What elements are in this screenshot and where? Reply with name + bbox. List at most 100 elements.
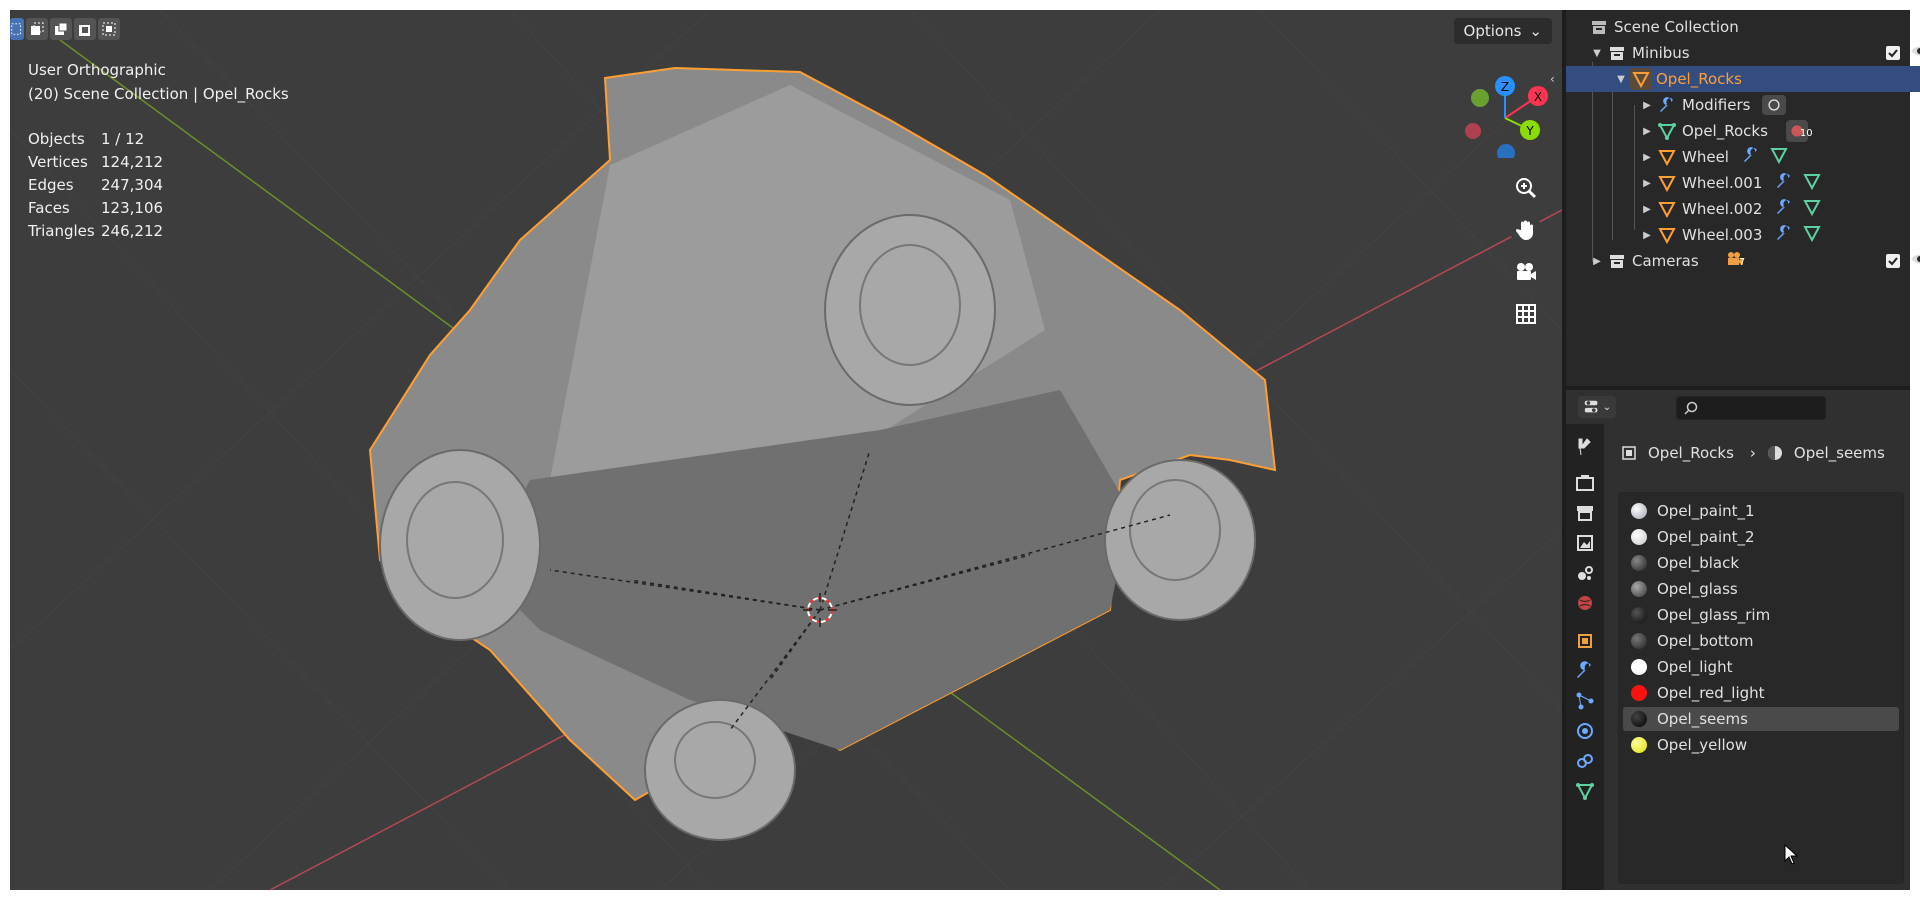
- select-new-mode-button[interactable]: [26, 18, 48, 40]
- outliner-item-wheel-001[interactable]: ▶ Wheel.001: [1566, 170, 1920, 196]
- navigation-gizmo[interactable]: X Y Z: [1450, 68, 1560, 158]
- camera-count-badge: 7: [1738, 257, 1746, 268]
- gizmo-z-label: Z: [1501, 80, 1509, 94]
- outliner-panel: Scene Collection ▼ Minibus ▼ Opel_Rocks …: [1566, 10, 1920, 386]
- properties-search-input[interactable]: [1676, 396, 1826, 420]
- expand-arrow-icon[interactable]: ▼: [1592, 48, 1602, 59]
- expand-arrow-icon[interactable]: ▶: [1642, 230, 1652, 241]
- mesh-object-icon: [1656, 146, 1678, 168]
- material-slot[interactable]: Opel_red_light: [1623, 681, 1899, 705]
- expand-arrow-icon[interactable]: ▶: [1642, 178, 1652, 189]
- scene-collection-icon: [1588, 16, 1610, 38]
- expand-arrow-icon[interactable]: ▼: [1616, 74, 1626, 85]
- expand-arrow-icon[interactable]: ▶: [1642, 100, 1652, 111]
- select-extend-mode-button[interactable]: [50, 18, 72, 40]
- outliner-item-wheel[interactable]: ▶ Wheel: [1566, 144, 1920, 170]
- tab-modifiers[interactable]: [1570, 656, 1600, 686]
- hand-pan-icon[interactable]: [1510, 214, 1542, 246]
- stat-label: Triangles: [28, 222, 95, 240]
- mesh-data-icon: [1802, 197, 1822, 221]
- camera-icon[interactable]: [1510, 256, 1542, 288]
- outliner-item-label: Wheel: [1682, 148, 1729, 166]
- expand-arrow-icon[interactable]: ▶: [1642, 204, 1652, 215]
- material-slot[interactable]: Opel_paint_2: [1623, 525, 1899, 549]
- stat-label: Edges: [28, 176, 74, 194]
- world-icon: [1578, 596, 1592, 610]
- editor-type-dropdown[interactable]: ⌄: [1578, 396, 1616, 418]
- 3d-viewport[interactable]: Options ⌄ User Orthographic (20) Scene C…: [10, 10, 1562, 890]
- properties-panel: ⌄ Opel_Rocks › Opel_seems Opel_paint_1 O…: [1566, 390, 1910, 890]
- exclude-checkbox[interactable]: [1886, 46, 1900, 60]
- view-layer-icon: [1577, 535, 1593, 551]
- material-name: Opel_black: [1657, 554, 1740, 572]
- tab-view-layer[interactable]: [1570, 528, 1600, 558]
- tab-object[interactable]: [1570, 626, 1600, 656]
- subdivision-modifier-icon: [1762, 95, 1787, 115]
- mouse-cursor-icon: [1784, 844, 1799, 865]
- material-name: Opel_red_light: [1657, 684, 1765, 702]
- collection-icon: [1606, 250, 1628, 272]
- search-icon: [1684, 401, 1698, 415]
- material-name: Opel_light: [1657, 658, 1733, 676]
- select-subtract-mode-button[interactable]: [74, 18, 96, 40]
- tab-particles[interactable]: [1570, 686, 1600, 716]
- wrench-icon: [1774, 197, 1794, 221]
- eye-icon[interactable]: [1910, 43, 1920, 63]
- expand-arrow-icon[interactable]: ▶: [1592, 256, 1602, 267]
- mesh-data-icon: [1656, 120, 1678, 142]
- outliner-item-cameras[interactable]: ▶ Cameras 7: [1566, 248, 1920, 274]
- material-preview-icon: [1631, 607, 1647, 623]
- select-invert-mode-button[interactable]: [98, 18, 120, 40]
- zoom-icon[interactable]: [1510, 172, 1542, 204]
- material-preview-icon: [1631, 737, 1647, 753]
- eye-icon[interactable]: [1910, 251, 1920, 271]
- material-slot[interactable]: Opel_glass: [1623, 577, 1899, 601]
- wrench-icon: [1577, 661, 1591, 678]
- expand-arrow-icon[interactable]: ▶: [1642, 152, 1652, 163]
- select-box-mode-button[interactable]: [10, 18, 24, 40]
- outliner-item-mesh-data[interactable]: ▶ Opel_Rocks 10: [1566, 118, 1920, 144]
- stat-label: Vertices: [28, 153, 88, 171]
- scene-statistics: Objects 1 / 12 Vertices 124,212 Edges 247,3…: [28, 128, 163, 243]
- mesh-data-icon: [1769, 145, 1789, 169]
- tab-scene[interactable]: [1570, 558, 1600, 588]
- viewport-text-info: User Orthographic (20) Scene Collection …: [28, 58, 289, 106]
- expand-arrow-icon[interactable]: ▶: [1642, 126, 1652, 137]
- outliner-item-wheel-002[interactable]: ▶ Wheel.002: [1566, 196, 1920, 222]
- view-name: User Orthographic: [28, 61, 166, 79]
- breadcrumb-material: Opel_seems: [1793, 444, 1885, 462]
- material-slot[interactable]: Opel_paint_1: [1623, 499, 1899, 523]
- material-slot[interactable]: Opel_glass_rim: [1623, 603, 1899, 627]
- outliner-item-label: Opel_Rocks: [1656, 70, 1742, 88]
- mesh-object-icon: [1656, 224, 1678, 246]
- tab-world[interactable]: [1570, 588, 1600, 618]
- material-slot-active[interactable]: Opel_seems: [1623, 707, 1899, 731]
- object-icon: [1578, 634, 1592, 648]
- sidebar-toggle-icon[interactable]: ‹: [1550, 72, 1560, 88]
- viewport-scene[interactable]: [10, 10, 1562, 890]
- material-slot[interactable]: Opel_light: [1623, 655, 1899, 679]
- tab-tool[interactable]: [1570, 432, 1600, 462]
- outliner-scene-collection[interactable]: Scene Collection: [1566, 14, 1920, 40]
- wrench-icon: [1774, 171, 1794, 195]
- options-dropdown[interactable]: Options ⌄: [1453, 18, 1552, 44]
- stat-row: Objects 1 / 12: [28, 128, 163, 151]
- material-icon: [1767, 446, 1782, 460]
- exclude-checkbox[interactable]: [1886, 254, 1900, 268]
- tab-data[interactable]: [1570, 776, 1600, 806]
- outliner-item-wheel-003[interactable]: ▶ Wheel.003: [1566, 222, 1920, 248]
- material-slot[interactable]: Opel_black: [1623, 551, 1899, 575]
- material-slot[interactable]: Opel_yellow: [1623, 733, 1899, 757]
- output-icon: [1577, 506, 1593, 521]
- tab-physics[interactable]: [1570, 716, 1600, 746]
- outliner-item-label: Scene Collection: [1614, 18, 1739, 36]
- material-slot[interactable]: Opel_bottom: [1623, 629, 1899, 653]
- tab-output[interactable]: [1570, 498, 1600, 528]
- outliner-item-modifiers[interactable]: ▶ Modifiers: [1566, 92, 1920, 118]
- wrench-icon: [1741, 145, 1761, 169]
- tab-render[interactable]: [1570, 468, 1600, 498]
- grid-icon[interactable]: [1510, 298, 1542, 330]
- outliner-item-minibus[interactable]: ▼ Minibus: [1566, 40, 1920, 66]
- outliner-item-opel-rocks[interactable]: ▼ Opel_Rocks: [1566, 66, 1920, 92]
- tab-constraints[interactable]: [1570, 746, 1600, 776]
